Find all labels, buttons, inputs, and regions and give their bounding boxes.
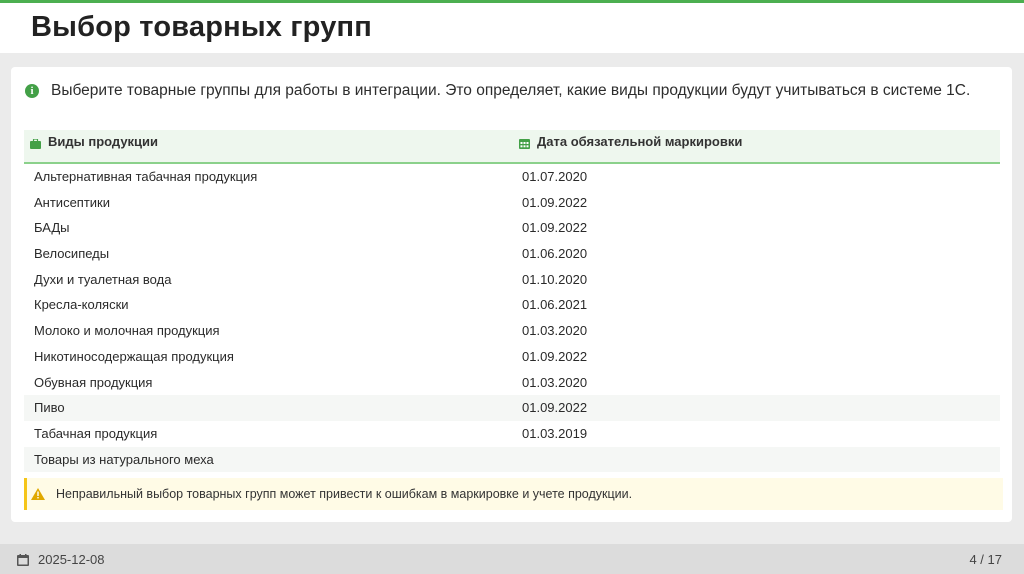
- marking-date-cell: 01.07.2020: [522, 169, 588, 184]
- table-row: Велосипеды 01.06.2020: [24, 241, 1000, 267]
- marking-date-cell: 01.10.2020: [522, 271, 588, 287]
- marking-date-cell: 01.06.2020: [522, 246, 588, 262]
- product-type-cell: Кресла-коляски: [34, 297, 129, 313]
- table-row: Обувная продукция 01.03.2020: [24, 370, 1000, 396]
- product-groups-table: Виды продукции Дата обязательной маркиро…: [24, 130, 1000, 473]
- product-type-cell: Обувная продукция: [34, 374, 153, 390]
- marking-date-cell: 01.06.2021: [522, 297, 588, 313]
- table-row: Антисептики 01.09.2022: [24, 190, 1000, 216]
- product-type-cell: БАДы: [34, 220, 70, 236]
- slide-footer: 2025-12-08 4 / 17: [0, 544, 1024, 574]
- marking-date-cell: 01.09.2022: [522, 194, 588, 210]
- slide-header: Выбор товарных групп: [0, 3, 1024, 53]
- product-type-cell: Пиво: [34, 400, 65, 416]
- content-card: i Выберите товарные группы для работы в …: [11, 67, 1012, 522]
- table-row: Кресла-коляски 01.06.2021: [24, 292, 1000, 318]
- table-row: Товары из натурального меха: [24, 446, 1000, 473]
- column-header-label: Виды продукции: [48, 134, 159, 149]
- marking-date-cell: 01.09.2022: [522, 348, 588, 364]
- warning-triangle-icon: [31, 488, 45, 500]
- marking-date-cell: 01.03.2019: [522, 425, 588, 441]
- info-circle-icon: i: [25, 84, 39, 98]
- product-type-cell: Молоко и молочная продукция: [34, 323, 220, 339]
- product-type-cell: Антисептики: [34, 194, 111, 210]
- column-header-product-types: Виды продукции: [30, 134, 158, 149]
- page-counter: 4 / 17: [969, 552, 1002, 567]
- product-type-cell: Никотиносодержащая продукция: [34, 348, 234, 364]
- info-line: i Выберите товарные группы для работы в …: [25, 80, 970, 102]
- calendar-icon: [519, 138, 530, 149]
- warning-banner: Неправильный выбор товарных групп может …: [24, 478, 1003, 510]
- footer-date: 2025-12-08: [17, 552, 105, 567]
- info-text: Выберите товарные группы для работы в ин…: [51, 82, 971, 99]
- product-type-cell: Велосипеды: [34, 246, 110, 262]
- product-type-cell: Товары из натурального меха: [34, 451, 214, 467]
- product-type-cell: Табачная продукция: [34, 425, 158, 441]
- marking-date-cell: 01.09.2022: [522, 220, 588, 236]
- footer-date-text: 2025-12-08: [38, 552, 105, 567]
- table-row: Альтернативная табачная продукция 01.07.2…: [24, 164, 1000, 190]
- table-header: Виды продукции Дата обязательной маркиро…: [24, 130, 1000, 164]
- column-header-label: Дата обязательной маркировки: [537, 134, 743, 149]
- column-header-marking-date: Дата обязательной маркировки: [519, 134, 742, 149]
- marking-date-cell: 01.03.2020: [522, 374, 588, 390]
- marking-date-cell: 01.09.2022: [522, 400, 588, 416]
- table-row: Духи и туалетная вода 01.10.2020: [24, 267, 1000, 293]
- briefcase-icon: [30, 138, 41, 149]
- product-type-cell: Духи и туалетная вода: [34, 271, 172, 287]
- product-type-cell: Альтернативная табачная продукция: [34, 169, 258, 184]
- table-row: Пиво 01.09.2022: [24, 395, 1000, 421]
- table-row: Молоко и молочная продукция 01.03.2020: [24, 318, 1000, 344]
- table-body: Альтернативная табачная продукция 01.07.2…: [24, 164, 1000, 473]
- table-row: Никотиносодержащая продукция 01.09.2022: [24, 344, 1000, 370]
- table-row: Табачная продукция 01.03.2019: [24, 421, 1000, 447]
- table-row: БАДы 01.09.2022: [24, 215, 1000, 241]
- calendar-icon: [17, 553, 29, 566]
- marking-date-cell: 01.03.2020: [522, 323, 588, 339]
- warning-text: Неправильный выбор товарных групп может …: [56, 487, 633, 501]
- page-title: Выбор товарных групп: [31, 11, 372, 43]
